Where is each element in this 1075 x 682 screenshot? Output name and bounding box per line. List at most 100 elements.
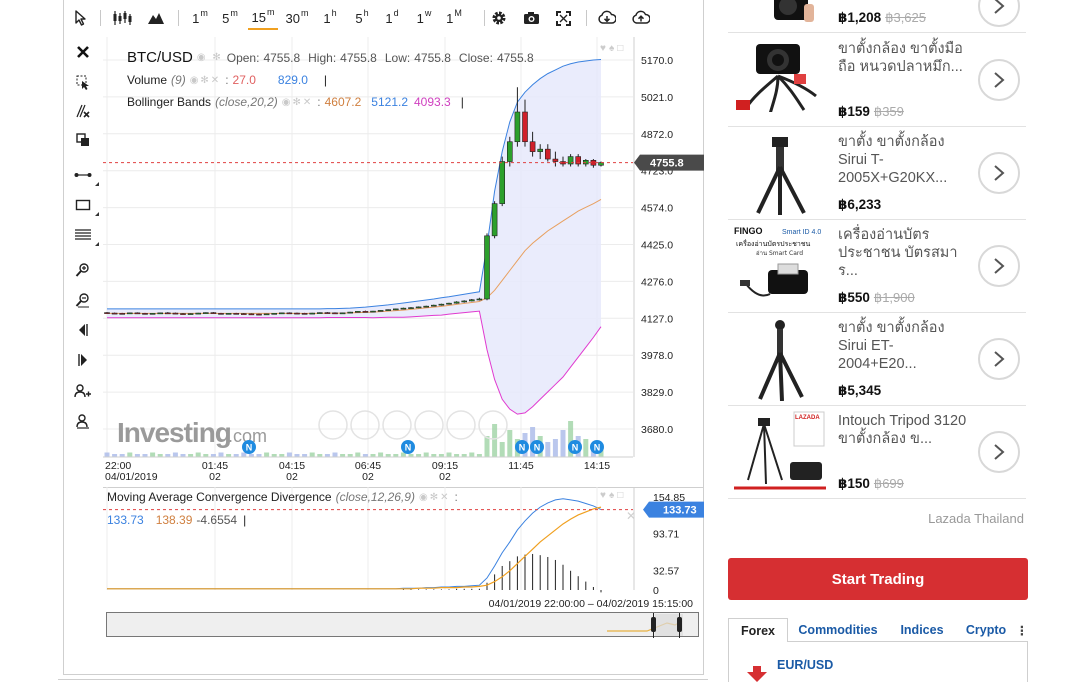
bollinger-lower-value: 4093.3	[414, 95, 451, 109]
chevron-right-icon[interactable]	[978, 0, 1020, 27]
timeframe-5m[interactable]: 5m	[218, 6, 242, 30]
volume-bar	[545, 442, 551, 457]
product-image[interactable]	[734, 38, 826, 122]
volume-settings-icon[interactable]: ◉✻✕	[190, 75, 221, 86]
volume-bar	[499, 442, 505, 457]
macd-chart[interactable]: 154.85 93.71 32.57 0 133.73 ✕ Moving Average …	[103, 487, 704, 597]
nav-circle-button	[318, 410, 348, 440]
close-label: Close:	[458, 50, 493, 65]
bollinger-label: Bollinger Bands	[127, 95, 212, 109]
pane-controls-icon[interactable]: ♥♠□	[600, 490, 626, 501]
crosshair-cursor-icon[interactable]	[70, 69, 96, 95]
thumb-title: เครื่องอ่านบัตรประชาชน	[736, 239, 811, 248]
mountain-icon[interactable]	[144, 6, 168, 30]
macd-legend: Moving Average Convergence Divergence (c…	[107, 490, 458, 504]
product-image[interactable]: LAZADA	[734, 410, 826, 494]
zoom-out-icon[interactable]	[70, 287, 96, 313]
tab-commodities[interactable]: Commodities	[792, 618, 884, 642]
tab-indices[interactable]: Indices	[892, 618, 952, 642]
candle	[111, 312, 118, 315]
volume-bar	[150, 452, 156, 457]
upload-icon[interactable]	[630, 6, 652, 30]
timeframe-unit: m	[200, 8, 208, 18]
chevron-right-icon[interactable]	[978, 338, 1020, 380]
product-card[interactable]: FINGO Smart ID 4.0 เครื่องอ่านบัตรประชาช…	[728, 220, 1026, 313]
price-chart[interactable]: 5170.0 5021.0 4872.0 4723.0 4574.0 4425.0 4276…	[103, 37, 704, 485]
timeframe-1m[interactable]: 1m	[188, 6, 212, 30]
trend-line-icon[interactable]	[70, 162, 99, 188]
timeframe-15m[interactable]: 15 m	[248, 6, 278, 30]
product-image[interactable]	[734, 317, 826, 401]
product-name[interactable]: ขาตั้ง ขาตั้งกล้อง Sirui T-2005X+G20KX..…	[838, 133, 968, 187]
volume-bar	[332, 452, 338, 457]
gear-icon[interactable]	[488, 6, 510, 30]
bollinger-legend: Bollinger Bands (close,20,2) ◉✻✕ : 4607.…	[127, 95, 464, 109]
candle	[286, 312, 293, 315]
tab-crypto[interactable]: Crypto	[958, 618, 1014, 642]
product-card[interactable]: ขาตั้ง ขาตั้งกล้อง Sirui ET-2004+E20... …	[728, 313, 1026, 406]
candle	[324, 312, 331, 314]
product-image[interactable]	[734, 131, 826, 215]
volume-value-1: 27.0	[232, 73, 256, 87]
remove-person-icon[interactable]	[70, 408, 96, 434]
macd-settings-icon[interactable]: ◉✻✕	[419, 492, 450, 503]
chevron-right-icon[interactable]	[978, 59, 1020, 101]
product-name[interactable]: ขาตั้งกล้อง ขาตั้งมือถือ หนวดปลาหมึก...	[838, 40, 968, 76]
timeframe-30m[interactable]: 30 m	[282, 6, 312, 30]
more-tabs-icon[interactable]: ⋮	[1016, 618, 1029, 642]
candles-icon[interactable]	[110, 6, 136, 30]
candle	[544, 148, 551, 160]
product-card[interactable]: LAZADA Intouch Tripod 3120 ขาตั้งกล้อง ข…	[728, 406, 1026, 499]
rectangle-icon[interactable]	[70, 192, 99, 218]
candle	[134, 312, 141, 315]
timeframe-1M[interactable]: 1M	[442, 6, 466, 30]
product-name[interactable]: Intouch Tripod 3120 ขาตั้งกล้อง ข...	[838, 412, 968, 448]
timeframe-5h[interactable]: 5h	[350, 6, 374, 30]
timeframe-1w[interactable]: 1w	[412, 6, 436, 30]
close-icon[interactable]	[70, 39, 96, 65]
candle	[157, 312, 164, 315]
candle	[506, 141, 513, 162]
pane-controls-icon[interactable]: ♥♠□	[600, 43, 626, 54]
clone-icon[interactable]	[70, 127, 96, 153]
zoom-in-icon[interactable]	[70, 257, 96, 283]
fibonacci-icon[interactable]	[70, 222, 99, 248]
chevron-right-icon[interactable]	[978, 245, 1020, 287]
candle	[187, 313, 194, 315]
delete-drawings-icon[interactable]	[70, 98, 96, 124]
product-name[interactable]: เครื่องอ่านบัตรประชาชน บัตรสมาร...	[838, 226, 968, 280]
product-image[interactable]: FINGO Smart ID 4.0 เครื่องอ่านบัตรประชาช…	[734, 224, 826, 308]
timeframe-1h[interactable]: 1h	[318, 6, 342, 30]
product-image[interactable]	[734, 0, 826, 28]
macd-value-tag-label: 133.73	[663, 505, 697, 517]
cursor-icon[interactable]	[70, 6, 92, 30]
start-trading-button[interactable]: Start Trading	[728, 558, 1028, 600]
fullscreen-icon[interactable]	[552, 6, 574, 30]
product-card[interactable]: ฿1,208 ฿3,625	[728, 0, 1026, 33]
timeframe-number: 1	[446, 10, 454, 26]
investing-watermark: Investing	[117, 417, 231, 448]
legend-eye-icon[interactable]: ◉ ✻	[197, 52, 223, 63]
download-icon[interactable]	[596, 6, 618, 30]
product-card[interactable]: ขาตั้งกล้อง ขาตั้งมือถือ หนวดปลาหมึก... …	[728, 34, 1026, 127]
timeframe-number: 5	[355, 10, 363, 26]
timeframe-1d[interactable]: 1d	[380, 6, 404, 30]
pair-link[interactable]: EUR/USD	[777, 658, 833, 672]
time-navigator[interactable]	[106, 612, 699, 638]
nav-circle-button	[414, 410, 444, 440]
scroll-left-icon[interactable]	[70, 317, 96, 343]
tab-forex[interactable]: Forex	[728, 618, 788, 642]
product-name[interactable]: ขาตั้ง ขาตั้งกล้อง Sirui ET-2004+E20...	[838, 319, 968, 373]
add-person-icon[interactable]	[70, 378, 96, 404]
product-card[interactable]: ขาตั้ง ขาตั้งกล้อง Sirui T-2005X+G20KX..…	[728, 127, 1026, 220]
scroll-right-icon[interactable]	[70, 347, 96, 373]
price-value: ฿6,233	[838, 197, 882, 212]
sponsor-label[interactable]: Lazada Thailand	[728, 511, 1024, 526]
camera-icon[interactable]	[520, 6, 542, 30]
price-value: ฿159	[838, 104, 870, 119]
bollinger-settings-icon[interactable]: ◉✻✕	[282, 97, 313, 108]
symbol-label: BTC/USD	[127, 49, 193, 66]
toolbar-separator	[178, 10, 179, 26]
chevron-right-icon[interactable]	[978, 431, 1020, 473]
chevron-right-icon[interactable]	[978, 152, 1020, 194]
